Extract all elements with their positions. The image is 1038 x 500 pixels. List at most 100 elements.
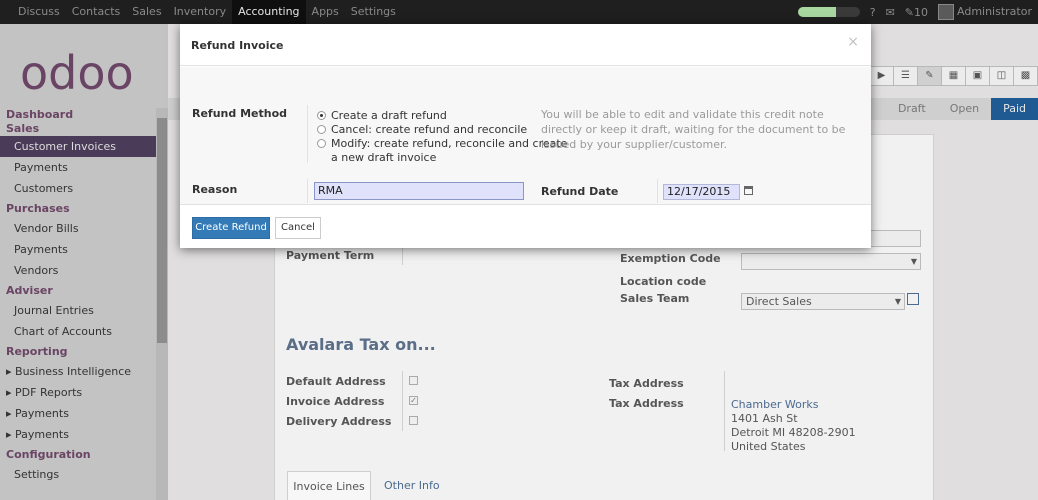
reason-input[interactable]: RMA (314, 182, 524, 200)
avatar (938, 4, 954, 20)
default-address-label: Default Address (286, 375, 386, 388)
help-icon[interactable]: ? (870, 6, 876, 19)
sidebar-item-payments-purchases[interactable]: Payments (0, 239, 156, 260)
dialog-header: Refund Invoice × (180, 24, 871, 66)
refund-date-label: Refund Date (541, 185, 619, 198)
refund-hint: You will be able to edit and validate th… (541, 108, 846, 151)
radio-dot (317, 124, 326, 134)
menu-discuss[interactable]: Discuss (0, 0, 66, 24)
caret-right-icon: ▸ (6, 386, 16, 399)
sidebar-menu: Dashboard Sales Customer Invoices Paymen… (0, 108, 156, 485)
topbar-right: ? ✉ ✎10 Administrator (797, 0, 1038, 24)
external-link-icon[interactable] (907, 293, 919, 305)
app-menu: Discuss Contacts Sales Inventory Account… (0, 0, 402, 24)
chevron-down-icon: ▼ (910, 257, 917, 266)
address-line-3: United States (731, 440, 806, 453)
user-menu[interactable]: Administrator (938, 4, 1032, 20)
close-icon[interactable]: × (847, 34, 859, 50)
sidebar-head-dashboard[interactable]: Dashboard (0, 108, 156, 122)
delivery-address-checkbox[interactable] (409, 416, 418, 425)
sidebar-item-customer-invoices[interactable]: Customer Invoices (0, 136, 156, 157)
sidebar-scrollbar[interactable] (156, 108, 168, 500)
chat-icon: ✎ (904, 5, 914, 19)
tab-other-info[interactable]: Other Info (384, 471, 440, 500)
refund-invoice-dialog: Refund Invoice × Refund Method Create a … (180, 24, 871, 248)
caret-right-icon: ▸ (6, 407, 16, 420)
sidebar-item-customers[interactable]: Customers (0, 178, 156, 199)
sidebar-item-vendors[interactable]: Vendors (0, 260, 156, 281)
menu-settings[interactable]: Settings (345, 0, 402, 24)
sidebar-item-payments[interactable]: Payments (0, 157, 156, 178)
radio-draft-refund[interactable]: Create a draft refund (317, 109, 447, 122)
sidebar-item-settings[interactable]: Settings (0, 464, 156, 485)
calendar-icon[interactable] (744, 186, 753, 195)
exemption-code-select[interactable]: ▼ (741, 253, 921, 270)
menu-accounting[interactable]: Accounting (232, 0, 306, 24)
stage-draft[interactable]: Draft (886, 98, 938, 120)
odoo-logo: odoo (20, 46, 134, 100)
dialog-footer: Create Refund Cancel (180, 204, 871, 248)
menu-apps[interactable]: Apps (306, 0, 345, 24)
scroll-thumb[interactable] (157, 118, 167, 343)
sidebar-head-configuration: Configuration (6, 448, 91, 461)
invoice-address-label: Invoice Address (286, 395, 385, 408)
invoice-address-checkbox[interactable]: ✓ (409, 396, 418, 405)
mail-icon[interactable]: ✉ (886, 6, 895, 19)
progress-fill (797, 7, 837, 17)
view-switcher: ▶ ☰ ✎ ▦ ▣ ◫ ▩ (869, 66, 1038, 86)
tax-address-label-2: Tax Address (609, 397, 684, 410)
sidebar-item-vendor-bills[interactable]: Vendor Bills (0, 218, 156, 239)
radio-cancel-refund[interactable]: Cancel: create refund and reconcile (317, 123, 527, 136)
stage-pipeline: Draft Open Paid (886, 98, 1038, 120)
create-refund-button[interactable]: Create Refund (192, 217, 270, 239)
address-line-2: Detroit MI 48208-2901 (731, 426, 856, 439)
caret-right-icon: ▸ (6, 365, 16, 378)
exemption-code-label: Exemption Code (620, 252, 721, 265)
sidebar-item-chart-of-accounts[interactable]: Chart of Accounts (0, 321, 156, 342)
pager-next-icon[interactable]: ▶ (869, 66, 894, 86)
sidebar-head-sales: Sales (6, 122, 40, 135)
divider (402, 371, 403, 431)
radio-modify-refund-line2: a new draft invoice (331, 151, 437, 164)
stage-paid[interactable]: Paid (991, 98, 1038, 120)
caret-right-icon: ▸ (6, 428, 16, 441)
divider (724, 371, 725, 451)
sales-team-select[interactable]: Direct Sales ▼ (741, 293, 905, 310)
tab-invoice-lines[interactable]: Invoice Lines (287, 471, 371, 500)
sidebar-item-pdf-reports[interactable]: ▸ PDF Reports (0, 382, 156, 403)
location-code-label: Location code (620, 275, 707, 288)
sidebar-item-payments-report-2[interactable]: ▸ Payments (0, 424, 156, 445)
sales-team-label: Sales Team (620, 292, 690, 305)
menu-inventory[interactable]: Inventory (168, 0, 233, 24)
stage-open[interactable]: Open (938, 98, 991, 120)
divider (657, 179, 658, 203)
delivery-address-label: Delivery Address (286, 415, 392, 428)
radio-dot (317, 138, 326, 148)
divider (307, 105, 308, 163)
sidebar-item-payments-report[interactable]: ▸ Payments (0, 403, 156, 424)
tax-address-label-1: Tax Address (609, 377, 684, 390)
sidebar-head-purchases: Purchases (6, 202, 70, 215)
divider (307, 179, 308, 203)
cancel-button[interactable]: Cancel (275, 217, 321, 239)
menu-contacts[interactable]: Contacts (66, 0, 127, 24)
kanban-view-icon[interactable]: ▦ (941, 66, 966, 86)
address-line-1: 1401 Ash St (731, 412, 798, 425)
default-address-checkbox[interactable] (409, 376, 418, 385)
form-view-icon[interactable]: ✎ (917, 66, 942, 86)
sidebar-item-business-intelligence[interactable]: ▸ Business Intelligence (0, 361, 156, 382)
radio-dot (317, 110, 326, 120)
menu-sales[interactable]: Sales (126, 0, 167, 24)
payment-term-label: Payment Term (286, 249, 375, 262)
sidebar: odoo Dashboard Sales Customer Invoices P… (0, 24, 168, 500)
chat-counter[interactable]: ✎10 (905, 6, 928, 19)
graph-view-icon[interactable]: ▩ (1013, 66, 1038, 86)
radio-modify-refund[interactable]: Modify: create refund, reconcile and cre… (317, 137, 567, 150)
address-link[interactable]: Chamber Works (731, 398, 818, 411)
calendar-view-icon[interactable]: ▣ (965, 66, 990, 86)
sidebar-head-adviser: Adviser (6, 284, 53, 297)
pivot-view-icon[interactable]: ◫ (989, 66, 1014, 86)
sidebar-item-journal-entries[interactable]: Journal Entries (0, 300, 156, 321)
list-view-icon[interactable]: ☰ (893, 66, 918, 86)
refund-date-input[interactable]: 12/17/2015 (663, 184, 740, 200)
